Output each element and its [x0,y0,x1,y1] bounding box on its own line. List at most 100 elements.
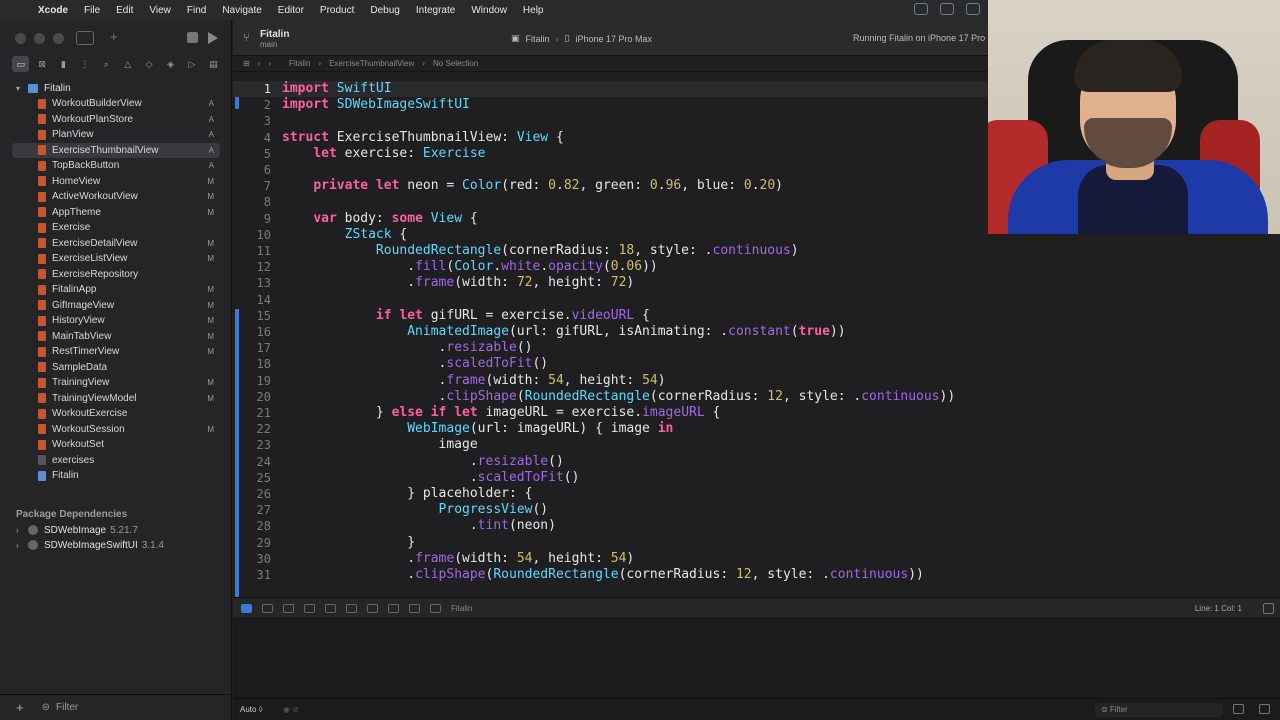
menu-file[interactable]: File [76,5,108,16]
file-item[interactable]: TopBackButton A [0,158,232,174]
menu-find[interactable]: Find [179,5,214,16]
project-title[interactable]: Fitalin [260,29,289,40]
code-line[interactable]: 29 } [233,535,1280,551]
memory-graph-icon[interactable] [388,603,399,613]
file-item[interactable]: TrainingView M [0,375,232,391]
console-view-icon[interactable] [1259,704,1270,714]
file-item[interactable]: WorkoutBuilderView A [0,96,232,112]
find-icon[interactable]: ⌕ [98,56,115,72]
add-icon[interactable]: + [110,30,118,45]
run-button[interactable] [208,32,218,44]
test-icon[interactable]: ◇ [140,56,157,72]
step-over-icon[interactable] [304,603,315,613]
code-line[interactable]: 28 .tint(neon) [233,518,1280,534]
package-item[interactable]: › SDWebImage 5.21.7 [16,523,138,537]
file-item[interactable]: ActiveWorkoutView M [0,189,232,205]
file-item[interactable]: FitalinApp M [0,282,232,298]
code-line[interactable]: 23 image [233,437,1280,453]
code-line[interactable]: 31 .clipShape(RoundedRectangle(cornerRad… [233,567,1280,583]
code-line[interactable]: 17 .resizable() [233,340,1280,356]
chevron-right-icon[interactable]: › [16,541,28,550]
file-item[interactable]: WorkoutExercise [0,406,232,422]
report-icon[interactable]: ▤ [205,56,222,72]
console-mode-selector[interactable]: Auto ◊ [240,705,263,714]
file-item[interactable]: Exercise [0,220,232,236]
menu-navigate[interactable]: Navigate [214,5,269,16]
file-item[interactable]: ExerciseDetailView M [0,236,232,252]
file-item[interactable]: AppTheme M [0,205,232,221]
code-line[interactable]: 11 RoundedRectangle(cornerRadius: 18, st… [233,243,1280,259]
file-item[interactable]: ExerciseRepository [0,267,232,283]
code-line[interactable]: 26 } placeholder: { [233,486,1280,502]
menu-editor[interactable]: Editor [270,5,312,16]
project-root[interactable]: ▾ Fitalin [0,80,232,96]
step-in-icon[interactable] [325,603,336,613]
pen-icon[interactable] [966,3,980,15]
menu-debug[interactable]: Debug [362,5,407,16]
menu-view[interactable]: View [141,5,179,16]
code-line[interactable]: 15 if let gifURL = exercise.videoURL { [233,308,1280,324]
code-line[interactable]: 24 .resizable() [233,454,1280,470]
menu-product[interactable]: Product [312,5,362,16]
display-icon[interactable] [940,3,954,15]
menu-app[interactable]: Xcode [30,5,76,16]
debug-navigator-icon[interactable]: ◈ [162,56,179,72]
file-item[interactable]: SampleData [0,360,232,376]
forward-icon[interactable]: › [268,59,271,68]
jumpbar-file[interactable]: ExerciseThumbnailView [329,59,414,68]
sidebar-toggle-icon[interactable] [76,31,94,45]
minimize-window-button[interactable] [34,33,45,44]
hierarchy-icon[interactable]: ⋮ [76,56,93,72]
package-item[interactable]: › SDWebImageSwiftUI 3.1.4 [16,538,164,552]
debug-target[interactable]: Fitalin [451,604,472,613]
menu-window[interactable]: Window [463,5,515,16]
branch-name[interactable]: main [260,40,277,49]
bookmark-icon[interactable]: ▮ [55,56,72,72]
file-item[interactable]: WorkoutPlanStore A [0,112,232,128]
related-items-icon[interactable]: ⊞ [243,59,250,68]
code-line[interactable]: 16 AnimatedImage(url: gifURL, isAnimatin… [233,324,1280,340]
console-filter-field[interactable]: ⊜ Filter [1095,703,1223,717]
code-line[interactable]: 19 .frame(width: 54, height: 54) [233,373,1280,389]
file-item[interactable]: HistoryView M [0,313,232,329]
screen-record-icon[interactable] [914,3,928,15]
split-console-icon[interactable] [1263,603,1274,614]
chevron-right-icon[interactable]: › [16,526,28,535]
menu-edit[interactable]: Edit [108,5,141,16]
file-item[interactable]: TrainingViewModel M [0,391,232,407]
location-icon[interactable] [430,603,441,613]
code-line[interactable]: 12 .fill(Color.white.opacity(0.06)) [233,259,1280,275]
jumpbar-project[interactable]: Fitalin [289,59,310,68]
close-window-button[interactable] [15,33,26,44]
view-hierarchy-icon[interactable] [367,603,378,613]
file-item[interactable]: WorkoutSet [0,437,232,453]
menu-help[interactable]: Help [515,5,552,16]
source-control-icon[interactable]: ⊠ [33,56,50,72]
breakpoint-icon[interactable]: ▷ [183,56,200,72]
environment-icon[interactable] [409,603,420,613]
console-options-icon[interactable]: ◉ ⊘ [283,705,299,714]
code-line[interactable]: 27 ProgressView() [233,502,1280,518]
continue-icon[interactable] [283,603,294,613]
back-icon[interactable]: ‹ [258,59,261,68]
chevron-down-icon[interactable]: ▾ [16,84,28,93]
file-item[interactable]: HomeView M [0,174,232,190]
stop-button[interactable] [187,32,198,43]
code-line[interactable]: 14 [233,292,1280,308]
project-navigator-icon[interactable]: ▭ [12,56,30,72]
menu-integrate[interactable]: Integrate [408,5,463,16]
pause-icon[interactable] [262,603,273,613]
step-out-icon[interactable] [346,603,357,613]
scheme-selector[interactable]: ▣ Fitalin › ▯ iPhone 17 Pro Max [511,33,652,44]
code-line[interactable]: 20 .clipShape(RoundedRectangle(cornerRad… [233,389,1280,405]
code-line[interactable]: 22 WebImage(url: imageURL) { image in [233,421,1280,437]
file-item[interactable]: ExerciseListView M [0,251,232,267]
navigator-filter-field[interactable]: ⊜ Filter [42,699,222,717]
file-item[interactable]: PlanView A [0,127,232,143]
file-item[interactable]: GifImageView M [0,298,232,314]
file-item[interactable]: RestTimerView M [0,344,232,360]
file-item[interactable]: Fitalin [0,468,232,484]
code-line[interactable]: 21 } else if let imageURL = exercise.ima… [233,405,1280,421]
debug-area-toggle-icon[interactable] [241,603,252,613]
code-line[interactable]: 25 .scaledToFit() [233,470,1280,486]
